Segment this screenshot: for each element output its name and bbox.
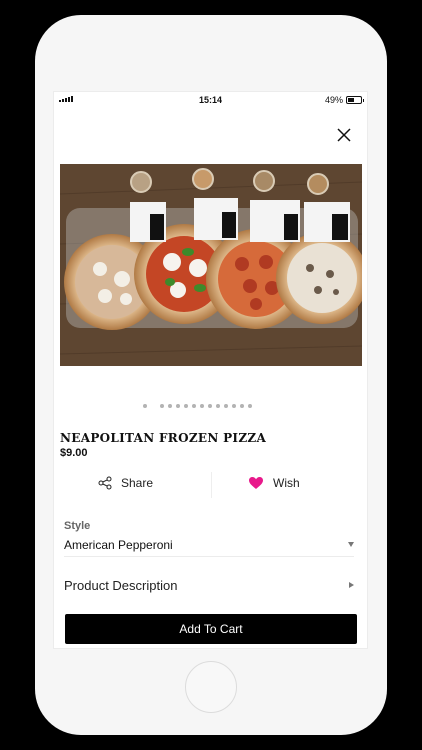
chevron-down-icon <box>348 542 354 547</box>
image-carousel-indicator[interactable] <box>54 404 367 412</box>
add-to-cart-button[interactable]: Add To Cart <box>65 614 357 644</box>
carousel-dot[interactable] <box>143 404 147 408</box>
carousel-dot[interactable] <box>200 404 204 408</box>
heart-icon <box>249 477 263 489</box>
carousel-dot[interactable] <box>160 404 164 408</box>
battery-icon <box>346 96 364 104</box>
divider <box>64 556 354 557</box>
product-title: NEAPOLITAN FROZEN PIZZA <box>60 431 267 445</box>
carousel-dot[interactable] <box>216 404 220 408</box>
divider <box>211 472 212 498</box>
status-time: 15:14 <box>198 95 223 105</box>
action-row: Share Wish <box>54 472 367 500</box>
product-description-row[interactable]: Product Description <box>64 576 354 596</box>
home-button[interactable] <box>185 661 237 713</box>
share-icon <box>98 476 112 490</box>
wish-button[interactable]: Wish <box>248 476 300 490</box>
carousel-dot[interactable] <box>184 404 188 408</box>
close-icon <box>337 128 351 142</box>
style-selected-value: American Pepperoni <box>64 538 173 552</box>
close-button[interactable] <box>333 124 355 146</box>
style-select[interactable]: American Pepperoni <box>64 536 354 556</box>
chevron-right-icon <box>349 582 354 588</box>
carousel-dot[interactable] <box>176 404 180 408</box>
product-description-label: Product Description <box>64 578 178 593</box>
product-image[interactable] <box>60 164 362 366</box>
share-button[interactable]: Share <box>98 476 153 490</box>
carousel-dot[interactable] <box>208 404 212 408</box>
carousel-dot[interactable] <box>240 404 244 408</box>
carousel-dot[interactable] <box>192 404 196 408</box>
carousel-dot[interactable] <box>248 404 252 408</box>
app-screen: 15:14 49% NEAPOLITAN FROZEN PIZZA $9.00 … <box>54 92 367 648</box>
share-label: Share <box>121 476 154 490</box>
carousel-dot[interactable] <box>232 404 236 408</box>
carousel-dot[interactable] <box>168 404 172 408</box>
wish-label: Wish <box>273 476 300 490</box>
battery-percent: 49% <box>324 95 343 105</box>
carousel-dot[interactable] <box>224 404 228 408</box>
status-bar: 15:14 49% <box>54 92 367 108</box>
style-label: Style <box>64 520 91 532</box>
product-price: $9.00 <box>60 447 88 459</box>
